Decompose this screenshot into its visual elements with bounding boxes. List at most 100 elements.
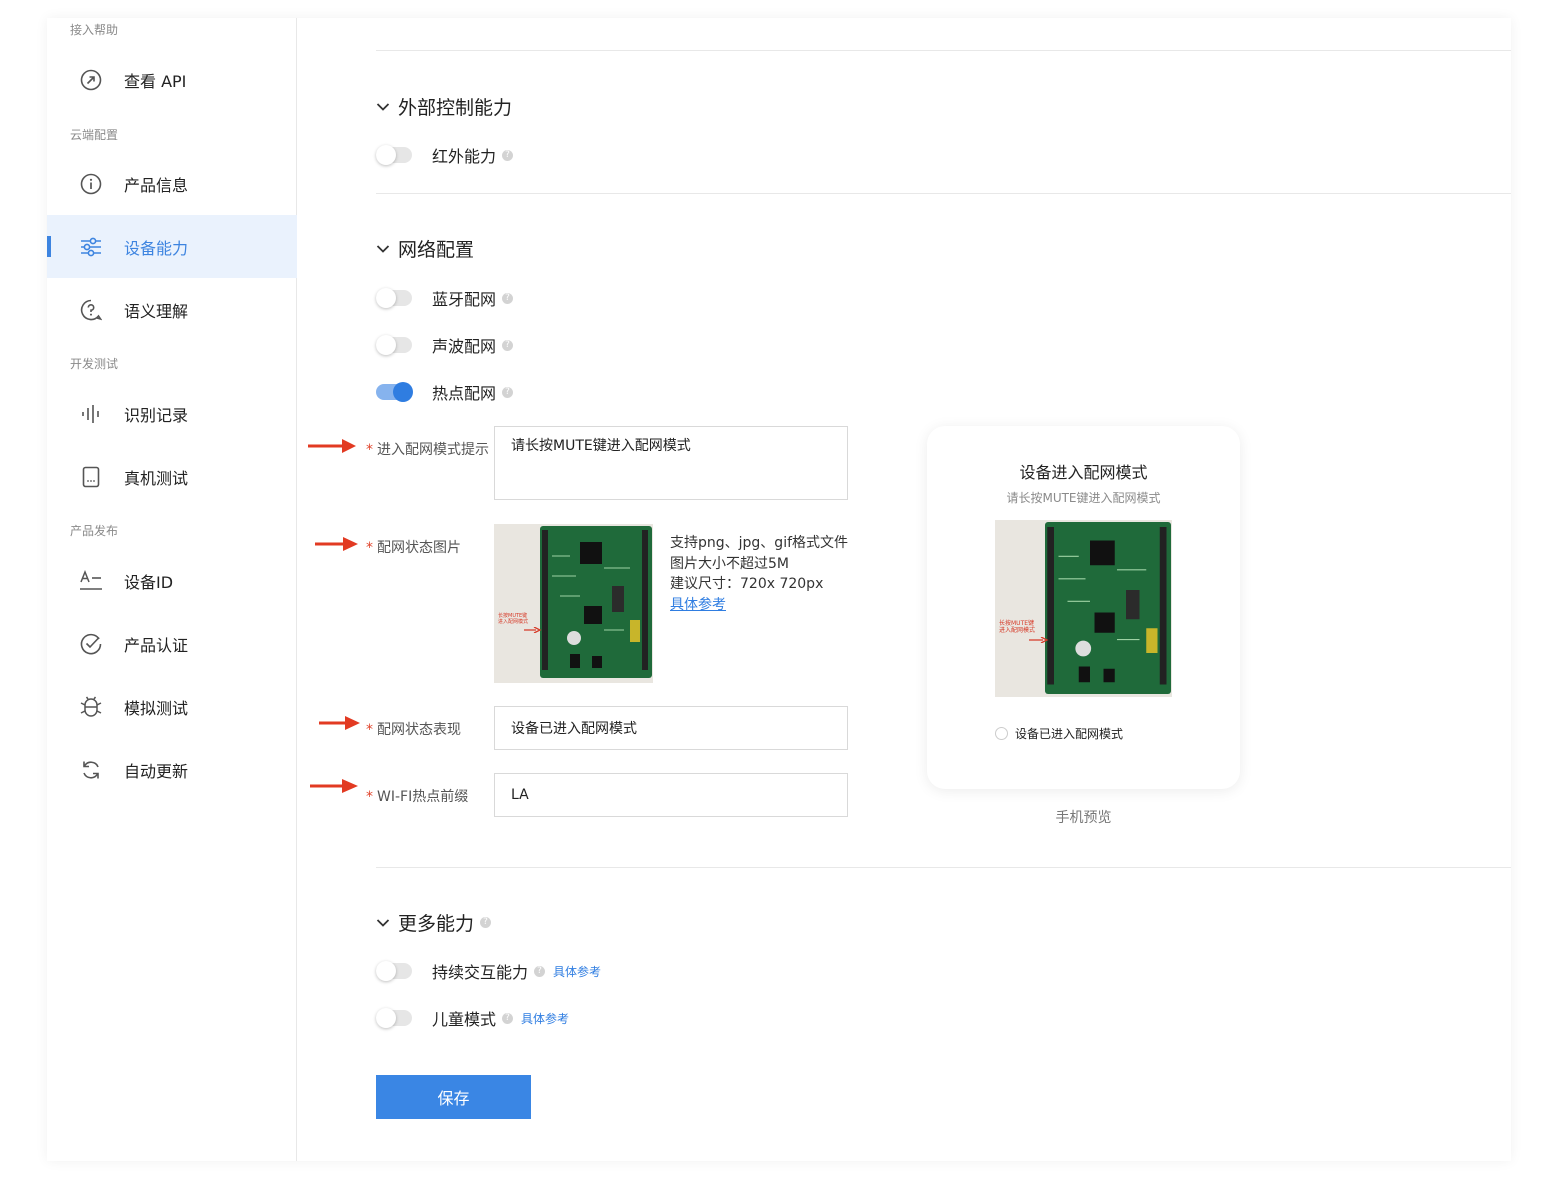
divider — [376, 193, 1511, 194]
sidebar-item-device-capability[interactable]: 设备能力 — [47, 215, 297, 278]
red-arrow-annotation — [308, 439, 356, 453]
sidebar-item-label: 自动更新 — [124, 761, 189, 781]
help-icon[interactable]: ? — [502, 339, 514, 351]
refresh-icon — [79, 758, 103, 782]
sidebar-group-help: 接入帮助 — [70, 23, 119, 37]
sonic-row: 声波配网 ? — [376, 334, 514, 356]
active-indicator — [47, 236, 51, 257]
help-icon[interactable]: ? — [480, 917, 492, 928]
waveform-icon — [79, 402, 103, 426]
sonic-label: 声波配网 — [432, 337, 497, 356]
sidebar-item-real-device-test[interactable]: 真机测试 — [47, 445, 297, 508]
sidebar-group-cloud: 云端配置 — [70, 128, 119, 142]
sidebar-item-certification[interactable]: 产品认证 — [47, 612, 297, 675]
section-external-header[interactable]: 外部控制能力 — [376, 93, 512, 120]
sidebar-item-device-id[interactable]: 设备ID — [47, 549, 297, 612]
bluetooth-row: 蓝牙配网 ? — [376, 287, 514, 309]
board-detail-graphic — [1047, 527, 1167, 685]
question-bubble-icon — [79, 298, 103, 322]
board-caption: 长按MUTE键 进入配网模式 — [498, 613, 529, 625]
help-icon[interactable]: ? — [534, 965, 546, 977]
bluetooth-label: 蓝牙配网 — [432, 290, 497, 309]
section-title: 更多能力 — [398, 913, 475, 935]
image-tips: 支持png、jpg、gif格式文件 图片大小不超过5M 建议尺寸：720x 72… — [670, 533, 848, 615]
phone-preview: 设备进入配网模式 请长按MUTE键进入配网模式 长按MUTE键 进入配网模式 设… — [927, 426, 1240, 789]
toggle-knob — [376, 335, 396, 355]
main-content: 外部控制能力 红外能力 ? 网络配置 蓝牙配网 ? 声波配网 ? 热点配网 ? — [298, 18, 1511, 1161]
circuit-board-image — [1045, 522, 1171, 694]
hotspot-toggle[interactable] — [376, 382, 413, 402]
help-icon[interactable]: ? — [502, 386, 514, 398]
wifi-prefix-input[interactable] — [494, 773, 848, 817]
toggle-knob — [376, 288, 396, 308]
sidebar-item-label: 设备能力 — [124, 238, 189, 258]
info-icon — [79, 172, 103, 196]
status-image-upload[interactable]: 长按MUTE键 进入配网模式 — [494, 524, 653, 683]
sidebar-item-label: 识别记录 — [124, 405, 189, 425]
kids-reference-link[interactable]: 具体参考 — [521, 1010, 569, 1027]
infrared-label: 红外能力 — [432, 147, 497, 166]
save-button[interactable]: 保存 — [376, 1075, 531, 1119]
help-icon[interactable]: ? — [502, 1012, 514, 1024]
app-frame: 接入帮助 查看 API 云端配置 产品信息 设备能力 语义理解 开发测试 识别记… — [47, 18, 1511, 1161]
sidebar-item-label: 查看 API — [124, 71, 187, 91]
kids-toggle[interactable] — [376, 1008, 412, 1028]
divider — [376, 867, 1511, 868]
tip-size: 图片大小不超过5M — [670, 555, 789, 572]
red-arrow-annotation — [310, 779, 358, 793]
continuous-reference-link[interactable]: 具体参考 — [553, 963, 601, 980]
phone-preview-caption: 手机预览 — [1055, 810, 1112, 826]
check-circle-icon — [79, 632, 103, 656]
tip-format: 支持png、jpg、gif格式文件 — [670, 535, 849, 551]
help-icon[interactable]: ? — [502, 292, 514, 304]
sidebar-item-label: 产品信息 — [124, 175, 189, 195]
status-label: * 配网状态表现 — [366, 722, 461, 738]
sidebar-item-api[interactable]: 查看 API — [47, 48, 297, 111]
board-arrow-icon — [524, 627, 542, 633]
preview-image: 长按MUTE键 进入配网模式 — [995, 520, 1172, 697]
help-icon[interactable]: ? — [502, 149, 514, 161]
sidebar-item-recognition-log[interactable]: 识别记录 — [47, 382, 297, 445]
divider — [376, 50, 1511, 51]
sidebar-item-semantic[interactable]: 语义理解 — [47, 278, 297, 341]
section-title: 网络配置 — [398, 239, 475, 261]
sonic-toggle[interactable] — [376, 335, 412, 355]
image-label: * 配网状态图片 — [366, 540, 461, 556]
infrared-toggle[interactable] — [376, 145, 412, 165]
red-arrow-annotation — [315, 537, 358, 551]
preview-option[interactable]: 设备已进入配网模式 — [995, 725, 1123, 742]
section-more-header[interactable]: 更多能力 ? — [376, 909, 492, 936]
continuous-row: 持续交互能力 ? 具体参考 — [376, 960, 601, 982]
infrared-row: 红外能力 ? — [376, 144, 514, 166]
id-text-icon — [79, 569, 103, 593]
toggle-knob — [376, 1008, 396, 1028]
status-input[interactable] — [494, 706, 848, 750]
sidebar-item-product-info[interactable]: 产品信息 — [47, 152, 297, 215]
section-network-header[interactable]: 网络配置 — [376, 235, 474, 262]
image-reference-link[interactable]: 具体参考 — [670, 595, 848, 616]
wifi-prefix-label: * WI-FI热点前缀 — [366, 789, 469, 805]
radio-icon — [995, 727, 1008, 740]
circuit-board-image — [540, 526, 652, 678]
hotspot-row: 热点配网 ? — [376, 381, 514, 403]
bluetooth-toggle[interactable] — [376, 288, 412, 308]
sidebar-item-auto-update[interactable]: 自动更新 — [47, 738, 297, 801]
arrow-circle-icon — [79, 68, 103, 92]
continuous-toggle[interactable] — [376, 961, 412, 981]
preview-subtitle: 请长按MUTE键进入配网模式 — [1006, 491, 1161, 505]
chevron-down-icon — [376, 102, 390, 111]
sidebar-item-label: 语义理解 — [124, 301, 189, 321]
board-caption: 长按MUTE键 进入配网模式 — [999, 620, 1036, 634]
prompt-textarea[interactable]: 请长按MUTE键进入配网模式 — [494, 426, 848, 500]
kids-label: 儿童模式 — [432, 1010, 497, 1029]
sidebar-group-dev: 开发测试 — [70, 357, 119, 371]
chevron-down-icon — [376, 918, 390, 927]
sidebar-item-simulation-test[interactable]: 模拟测试 — [47, 675, 297, 738]
tip-dimension: 建议尺寸：720x 720px — [670, 576, 824, 592]
toggle-knob — [376, 961, 396, 981]
sidebar-item-label: 模拟测试 — [124, 698, 189, 718]
kids-row: 儿童模式 ? 具体参考 — [376, 1007, 569, 1029]
toggle-knob — [376, 145, 396, 165]
sliders-icon — [79, 235, 103, 259]
chevron-down-icon — [376, 244, 390, 253]
